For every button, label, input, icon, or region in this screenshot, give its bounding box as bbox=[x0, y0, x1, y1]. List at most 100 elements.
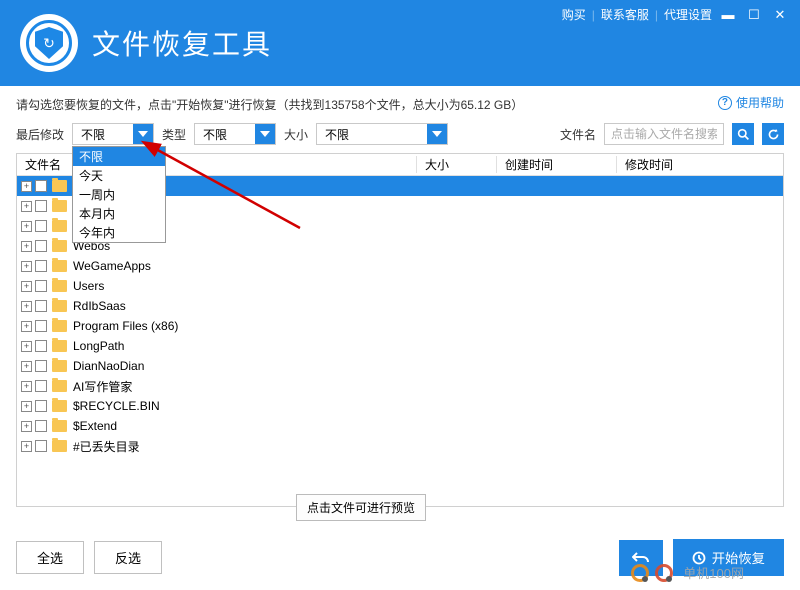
col-modified[interactable]: 修改时间 bbox=[617, 156, 783, 173]
chevron-down-icon bbox=[427, 124, 447, 144]
row-checkbox[interactable] bbox=[35, 280, 47, 292]
expand-toggle[interactable]: + bbox=[21, 321, 32, 332]
proxy-settings-link[interactable]: 代理设置 bbox=[664, 6, 712, 23]
folder-icon bbox=[52, 300, 67, 312]
expand-toggle[interactable]: + bbox=[21, 421, 32, 432]
expand-toggle[interactable]: + bbox=[21, 221, 32, 232]
invert-selection-button[interactable]: 反选 bbox=[94, 541, 162, 574]
title-bar: 购买 | 联系客服 | 代理设置 ▬ ☐ ✕ ↻ 文件恢复工具 bbox=[0, 0, 800, 86]
type-label: 类型 bbox=[162, 126, 186, 143]
dropdown-option[interactable]: 今年内 bbox=[73, 223, 165, 242]
help-icon: ? bbox=[718, 96, 732, 110]
filter-bar: 最后修改 不限 不限 今天 一周内 本月内 今年内 类型 不限 大小 不限 文件… bbox=[0, 119, 800, 153]
table-row[interactable]: + DianNaoDian bbox=[17, 356, 783, 376]
row-checkbox[interactable] bbox=[35, 300, 47, 312]
col-created[interactable]: 创建时间 bbox=[497, 156, 617, 173]
filename-label: 文件名 bbox=[560, 126, 596, 143]
table-row[interactable]: +RdIbSaas bbox=[17, 296, 783, 316]
expand-toggle[interactable]: + bbox=[21, 401, 32, 412]
expand-toggle[interactable]: + bbox=[21, 301, 32, 312]
folder-icon bbox=[52, 400, 67, 412]
row-checkbox[interactable] bbox=[35, 220, 47, 232]
table-row[interactable]: + $Extend bbox=[17, 416, 783, 436]
row-checkbox[interactable] bbox=[35, 260, 47, 272]
dropdown-option[interactable]: 今天 bbox=[73, 166, 165, 185]
folder-icon bbox=[52, 380, 67, 392]
contact-link[interactable]: 联系客服 bbox=[601, 6, 649, 23]
app-logo: ↻ bbox=[20, 14, 78, 72]
app-title: 文件恢复工具 bbox=[92, 23, 272, 63]
expand-toggle[interactable]: + bbox=[21, 341, 32, 352]
chevron-down-icon bbox=[133, 124, 153, 144]
folder-icon bbox=[52, 200, 67, 212]
table-row[interactable]: + AI写作管家 bbox=[17, 376, 783, 396]
preview-hint: 点击文件可进行预览 bbox=[296, 494, 426, 521]
dropdown-option[interactable]: 本月内 bbox=[73, 204, 165, 223]
folder-icon bbox=[52, 360, 67, 372]
buy-link[interactable]: 购买 bbox=[562, 6, 586, 23]
table-row[interactable]: + Program Files (x86) bbox=[17, 316, 783, 336]
expand-toggle[interactable]: + bbox=[21, 281, 32, 292]
file-name: WeGameApps bbox=[73, 259, 151, 273]
file-name: DianNaoDian bbox=[73, 359, 144, 373]
folder-icon bbox=[52, 340, 67, 352]
folder-icon bbox=[52, 260, 67, 272]
size-select[interactable]: 不限 bbox=[316, 123, 448, 145]
row-checkbox[interactable] bbox=[35, 320, 47, 332]
select-all-button[interactable]: 全选 bbox=[16, 541, 84, 574]
file-name: Program Files (x86) bbox=[73, 319, 178, 333]
expand-toggle[interactable]: + bbox=[21, 241, 32, 252]
filename-search-input[interactable] bbox=[604, 123, 724, 145]
expand-toggle[interactable]: + bbox=[21, 181, 32, 192]
expand-toggle[interactable]: + bbox=[21, 381, 32, 392]
folder-icon bbox=[52, 320, 67, 332]
last-modified-select[interactable]: 不限 不限 今天 一周内 本月内 今年内 bbox=[72, 123, 154, 145]
file-name: LongPath bbox=[73, 339, 124, 353]
last-modified-dropdown: 不限 今天 一周内 本月内 今年内 bbox=[72, 146, 166, 243]
expand-toggle[interactable]: + bbox=[21, 441, 32, 452]
minimize-button[interactable]: ▬ bbox=[718, 7, 738, 23]
row-checkbox[interactable] bbox=[35, 240, 47, 252]
instruction-text: 请勾选您要恢复的文件，点击"开始恢复"进行恢复（共找到135758个文件，总大小… bbox=[0, 86, 800, 119]
file-name: $RECYCLE.BIN bbox=[73, 399, 160, 413]
table-row[interactable]: + Users bbox=[17, 276, 783, 296]
row-checkbox[interactable] bbox=[35, 360, 47, 372]
row-checkbox[interactable] bbox=[35, 440, 47, 452]
file-name: AI写作管家 bbox=[73, 378, 132, 395]
refresh-button[interactable] bbox=[762, 123, 784, 145]
table-row[interactable]: + LongPath bbox=[17, 336, 783, 356]
file-name: Users bbox=[73, 279, 104, 293]
dropdown-option[interactable]: 不限 bbox=[73, 147, 165, 166]
folder-icon bbox=[52, 240, 67, 252]
shield-icon: ↻ bbox=[35, 27, 63, 59]
search-button[interactable] bbox=[732, 123, 754, 145]
size-label: 大小 bbox=[284, 126, 308, 143]
refresh-icon bbox=[767, 128, 780, 141]
type-select[interactable]: 不限 bbox=[194, 123, 276, 145]
file-name: $Extend bbox=[73, 419, 117, 433]
expand-toggle[interactable]: + bbox=[21, 201, 32, 212]
row-checkbox[interactable] bbox=[35, 200, 47, 212]
watermark: 单机100网 bbox=[631, 563, 744, 582]
help-link[interactable]: ? 使用帮助 bbox=[718, 94, 784, 111]
table-row[interactable]: + $RECYCLE.BIN bbox=[17, 396, 783, 416]
row-checkbox[interactable] bbox=[35, 400, 47, 412]
folder-icon bbox=[52, 180, 67, 192]
table-row[interactable]: + WeGameApps bbox=[17, 256, 783, 276]
dropdown-option[interactable]: 一周内 bbox=[73, 185, 165, 204]
expand-toggle[interactable]: + bbox=[21, 361, 32, 372]
folder-icon bbox=[52, 420, 67, 432]
table-row[interactable]: + #已丢失目录 bbox=[17, 436, 783, 456]
file-name: #已丢失目录 bbox=[73, 438, 140, 455]
folder-icon bbox=[52, 280, 67, 292]
folder-icon bbox=[52, 220, 67, 232]
row-checkbox[interactable] bbox=[35, 380, 47, 392]
row-checkbox[interactable] bbox=[35, 180, 47, 192]
expand-toggle[interactable]: + bbox=[21, 261, 32, 272]
row-checkbox[interactable] bbox=[35, 340, 47, 352]
row-checkbox[interactable] bbox=[35, 420, 47, 432]
maximize-button[interactable]: ☐ bbox=[744, 7, 764, 23]
close-button[interactable]: ✕ bbox=[770, 7, 790, 23]
last-modified-label: 最后修改 bbox=[16, 126, 64, 143]
col-size[interactable]: 大小 bbox=[417, 156, 497, 173]
